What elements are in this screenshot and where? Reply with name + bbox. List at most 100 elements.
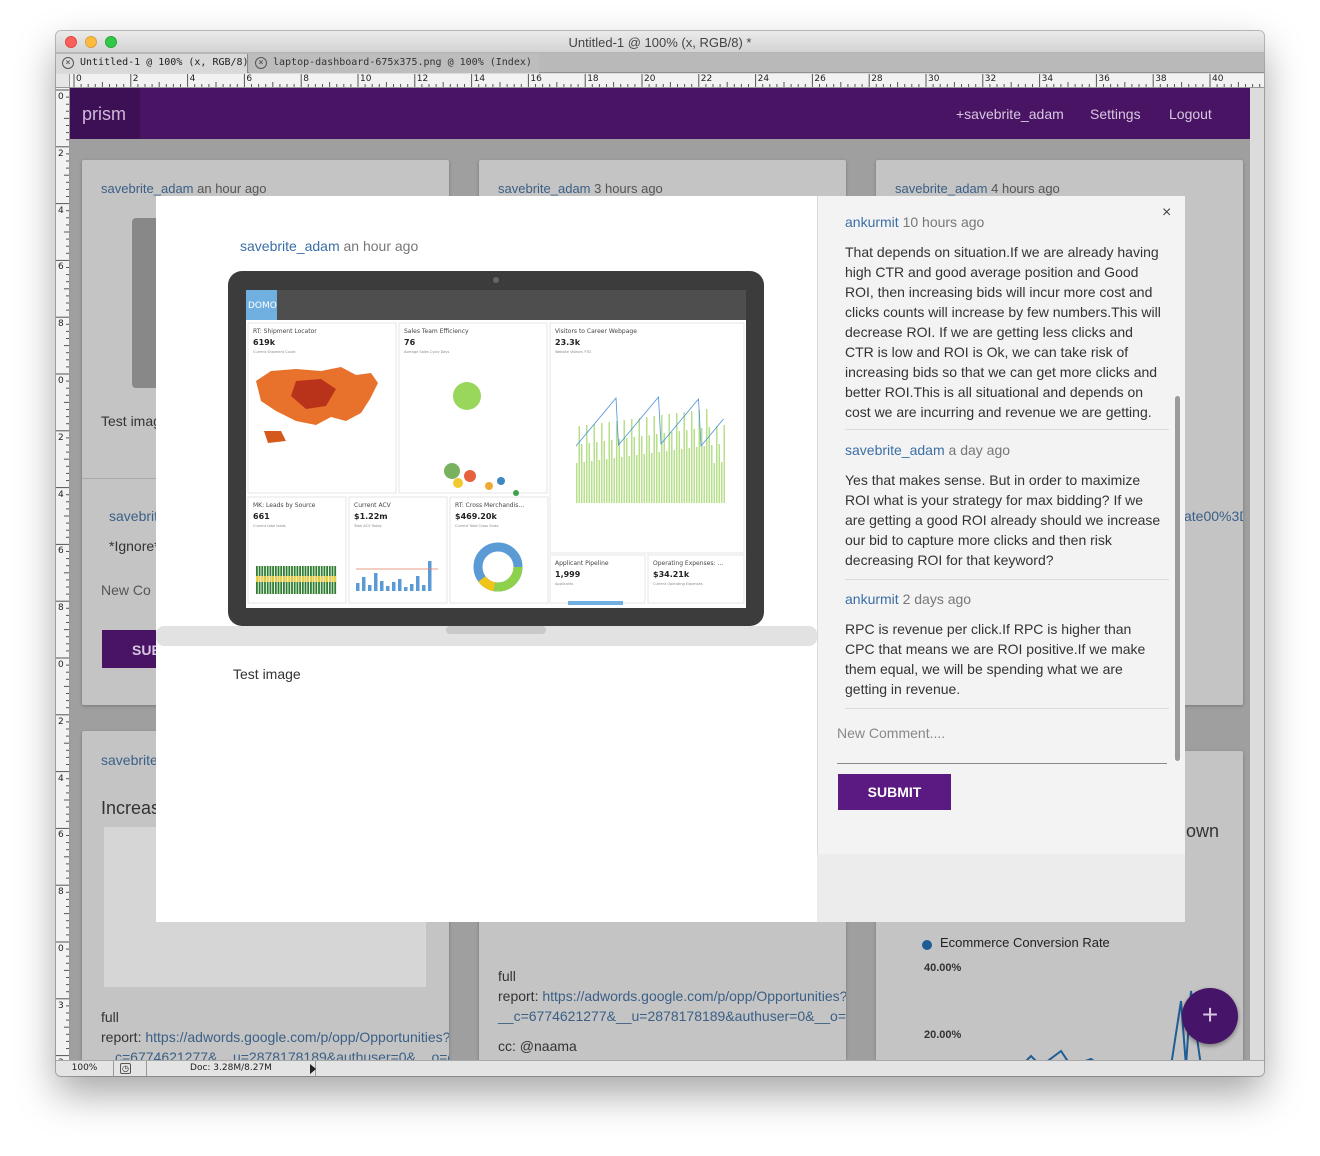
card-user[interactable]: savebrite_adam	[101, 181, 194, 196]
report-link[interactable]: https://adwords.google.com/p/opp/Opportu…	[145, 1029, 449, 1045]
chart-legend: Ecommerce Conversion Rate	[940, 935, 1110, 950]
submit-button[interactable]: SUBMIT	[838, 774, 951, 810]
link-fragment[interactable]: ate00%3D	[1184, 508, 1243, 524]
comment-item: savebrite_adam a day ago Yes that makes …	[845, 442, 1169, 580]
comment-user[interactable]: savebrit	[109, 508, 158, 524]
horizontal-ruler[interactable]: 0 2 4 6 8 10 12 14 16 18 20 22 24 26 28 30 32 34 36 38 40	[70, 74, 1264, 88]
visitor-bar	[713, 463, 715, 503]
visitor-bar	[606, 459, 608, 503]
acv-bar	[416, 576, 420, 591]
comment-item: ankurmit 10 hours ago That depends on si…	[845, 214, 1169, 430]
new-comment-input[interactable]: New Comment....	[837, 714, 1167, 764]
acv-bar	[356, 583, 360, 591]
report-link-cont[interactable]: __c=6774621277&__u=2878178189&authuser=0…	[498, 1008, 846, 1024]
status-info-icon[interactable]: ◷	[120, 1063, 131, 1074]
ruler-label: 8	[58, 603, 64, 614]
title-bar: Untitled-1 @ 100% (x, RGB/8) *	[56, 31, 1264, 53]
ruler-label: 8	[58, 887, 64, 898]
visitor-bar	[638, 418, 640, 503]
visitor-bar	[621, 457, 623, 503]
tab-untitled-1[interactable]: × Untitled-1 @ 100% (x, RGB/8) *	[56, 54, 261, 73]
comment-user-link[interactable]: ankurmit	[845, 591, 899, 607]
ruler-label: 0	[58, 660, 64, 670]
visitor-bar	[676, 413, 678, 503]
tile-subtitle: Current Shipment Count	[253, 350, 296, 354]
ruler-label: 18	[587, 74, 599, 84]
visitor-bar	[603, 441, 605, 503]
visitor-bar	[636, 455, 638, 503]
comment-text: RPC is revenue per click.If RPC is highe…	[845, 621, 1146, 697]
comment-user-link[interactable]: ankurmit	[845, 214, 899, 230]
report-link[interactable]: https://adwords.google.com/p/opp/Opportu…	[542, 988, 846, 1004]
tile-subtitle: Current Total Cross Sales	[455, 524, 499, 528]
nav-settings-link[interactable]: Settings	[1090, 106, 1141, 122]
card-user[interactable]: savebrite_adam	[498, 181, 591, 196]
bubble-mark	[513, 490, 519, 496]
visitor-bar	[688, 448, 690, 503]
ruler-label: 38	[1155, 74, 1167, 84]
ruler-label: 3	[58, 1000, 64, 1011]
nav-user-link[interactable]: +savebrite_adam	[956, 106, 1064, 122]
comment-meta: savebrite_adam a day ago	[845, 442, 1010, 458]
visitor-bar	[701, 428, 703, 503]
report-link-cont[interactable]: c=6774621277&__u=2878178189&authuser=0&_…	[115, 1049, 449, 1060]
post-user-link[interactable]: savebrite_adam	[240, 238, 340, 254]
tile-title: RT: Cross Merchandis...	[455, 502, 524, 509]
nav-logout-link[interactable]: Logout	[1169, 106, 1212, 122]
comments-scrollbar[interactable]	[1175, 396, 1180, 761]
ruler-label: 20	[644, 74, 656, 84]
card-title-fragment: own	[1186, 821, 1220, 841]
tile-value: 76	[404, 338, 416, 347]
ruler-label: 4	[58, 773, 64, 784]
close-tab-icon[interactable]: ×	[255, 57, 267, 69]
visitor-bar	[663, 433, 665, 503]
visitor-bar	[588, 443, 590, 503]
leads-bar-segment	[312, 576, 315, 582]
leads-bar-segment	[261, 576, 264, 582]
card-user[interactable]: savebrite_adam	[895, 181, 988, 196]
visitor-bar	[678, 431, 680, 503]
status-menu-arrow-icon[interactable]	[310, 1064, 316, 1074]
bubble-mark	[453, 382, 481, 410]
tile-value: 1,999	[555, 570, 581, 579]
tile-title: RT: Shipment Locator	[253, 328, 317, 335]
window-title: Untitled-1 @ 100% (x, RGB/8) *	[568, 35, 752, 50]
ruler-label: 2	[58, 716, 64, 727]
visitor-bar	[626, 438, 628, 503]
ruler-origin[interactable]	[56, 74, 70, 88]
visitor-bar	[648, 435, 650, 503]
leads-bar-segment	[328, 576, 331, 582]
visitor-bar	[586, 425, 588, 503]
card-user[interactable]: savebrite	[101, 752, 158, 768]
visitor-bar	[601, 423, 603, 503]
leads-bar-segment	[272, 576, 274, 582]
brand-logo[interactable]: prism	[70, 88, 140, 139]
tab-laptop-dashboard[interactable]: × laptop-dashboard-675x375.png @ 100% (I…	[249, 54, 539, 73]
ruler-label: 26	[814, 74, 826, 84]
leads-bar-segment	[304, 576, 307, 582]
visitor-bar	[681, 449, 683, 503]
leads-bar-segment	[274, 576, 277, 582]
visitor-bar	[721, 462, 723, 503]
visitor-bar	[708, 427, 710, 503]
bubble-mark	[485, 482, 493, 490]
visitor-bar	[651, 453, 653, 503]
add-post-button[interactable]: +	[1182, 988, 1238, 1044]
zoom-level[interactable]: 100%	[56, 1061, 114, 1076]
visitor-bar	[608, 422, 610, 503]
comment-user-link[interactable]: savebrite_adam	[845, 442, 945, 458]
ruler-label: 8	[58, 319, 64, 330]
visitor-bar	[581, 444, 583, 503]
card-caption: Test imag	[101, 413, 161, 429]
tile-title: MK: Leads by Source	[253, 502, 316, 509]
report-label: report:	[101, 1029, 142, 1045]
card-title: Increas	[101, 798, 161, 818]
visitor-bar	[691, 411, 693, 503]
vertical-ruler[interactable]: 024680246802468033	[56, 88, 70, 1060]
visitor-bar	[641, 436, 643, 503]
close-tab-icon[interactable]: ×	[62, 57, 74, 69]
ruler-label: 16	[530, 74, 542, 84]
new-comment-input[interactable]: New Co	[101, 582, 151, 598]
card-text-full: full	[498, 968, 516, 984]
report-label: report:	[498, 988, 539, 1004]
